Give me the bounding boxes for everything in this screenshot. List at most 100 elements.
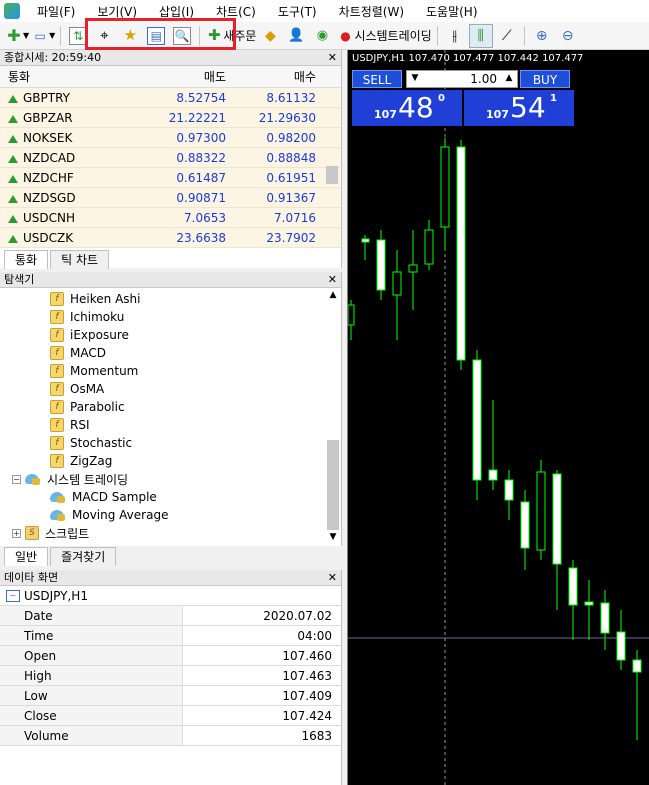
terminal-button[interactable]: ▤ xyxy=(144,24,168,48)
data-window-symbol-row: ~ USDJPY,H1 xyxy=(0,586,341,606)
close-icon[interactable]: ✕ xyxy=(328,272,337,287)
expand-icon[interactable]: + xyxy=(12,528,21,538)
table-row: Volume 1683 xyxy=(0,726,341,746)
column-ask[interactable]: 매수 xyxy=(230,66,320,87)
table-row[interactable]: NZDSGD 0.90871 0.91367 xyxy=(0,188,341,208)
market-watch-header: 통화 매도 매수 xyxy=(0,66,341,88)
navigator-button[interactable]: ★ xyxy=(118,24,142,48)
tab-symbols[interactable]: 통화 xyxy=(4,250,49,269)
tree-item[interactable]: MACD Sample xyxy=(0,488,341,506)
profiles-button[interactable]: ▭ ▼ xyxy=(31,24,55,48)
expert-advisor-icon xyxy=(50,508,66,522)
tree-item[interactable]: f MACD xyxy=(0,344,341,362)
column-symbol[interactable]: 통화 xyxy=(0,66,140,87)
toolbar-separator xyxy=(199,25,201,46)
tree-item[interactable]: f Heiken Ashi xyxy=(0,290,341,308)
strategy-tester-button[interactable]: 🔍 xyxy=(170,24,194,48)
tab-tick-chart[interactable]: 틱 차트 xyxy=(50,250,110,269)
bar-chart-button[interactable]: ⫲ xyxy=(443,24,467,48)
new-order-label: 새주문 xyxy=(223,29,257,43)
bid-value: 23.6638 xyxy=(176,231,226,245)
indicator-label: Stochastic xyxy=(70,436,133,450)
ask-value: 21.29630 xyxy=(258,111,316,125)
chart-symbol-icon: ~ xyxy=(6,589,20,602)
contact-button[interactable]: 👤 xyxy=(284,24,308,48)
terminal-icon: ▤ xyxy=(147,26,166,45)
price-chart[interactable]: USDJPY,H1 107.470 107.477 107.442 107.47… xyxy=(347,50,649,785)
sell-button[interactable]: SELL xyxy=(352,70,402,88)
table-row[interactable]: GBPZAR 21.22221 21.29630 xyxy=(0,108,341,128)
table-row[interactable]: USDCZK 23.6638 23.7902 xyxy=(0,228,341,248)
tree-item-expert-advisors[interactable]: − 시스템 트레이딩 xyxy=(0,470,341,488)
indicator-icon: f xyxy=(50,310,64,324)
scroll-up-icon[interactable]: ▲ xyxy=(327,290,339,300)
tree-item[interactable]: f Parabolic xyxy=(0,398,341,416)
expert-group-label: 시스템 트레이딩 xyxy=(47,472,129,487)
close-icon[interactable]: ✕ xyxy=(328,50,337,65)
tree-item[interactable]: f Stochastic xyxy=(0,434,341,452)
autotrading-button[interactable]: ● 시스템트레이딩 xyxy=(336,24,432,48)
metaeditor-button[interactable]: ◆ xyxy=(258,24,282,48)
tab-common[interactable]: 일반 xyxy=(4,547,49,566)
close-icon[interactable]: ✕ xyxy=(328,570,337,585)
tree-item[interactable]: f ZigZag xyxy=(0,452,341,470)
table-row[interactable]: NOKSEK 0.97300 0.98200 xyxy=(0,128,341,148)
tree-item[interactable]: f iExposure xyxy=(0,326,341,344)
volume-decrease-icon[interactable]: ▼ xyxy=(408,70,422,86)
toolbar-separator xyxy=(436,25,438,46)
line-chart-icon: ⟋ xyxy=(501,27,512,44)
navigator-panel: 탐색기 ✕ f Heiken Ashi f Ichimoku f iExposure … xyxy=(0,272,342,546)
scroll-down-icon[interactable]: ▼ xyxy=(327,532,339,542)
table-row[interactable]: NZDCAD 0.88322 0.88848 xyxy=(0,148,341,168)
scripts-group-label: 스크립트 xyxy=(45,526,90,541)
buy-button[interactable]: BUY xyxy=(520,70,570,88)
zoom-out-button[interactable]: ⊖ xyxy=(556,24,580,48)
table-row[interactable]: NZDCHF 0.61487 0.61951 xyxy=(0,168,341,188)
market-watch-button[interactable]: ⇅ xyxy=(66,24,90,48)
tree-item[interactable]: Moving Average xyxy=(0,506,341,524)
up-arrow-icon xyxy=(8,135,18,143)
scrollbar-thumb[interactable] xyxy=(326,166,338,184)
navigator-title-bar: 탐색기 ✕ xyxy=(0,272,341,288)
table-row[interactable]: USDCNH 7.0653 7.0716 xyxy=(0,208,341,228)
buy-quote-box[interactable]: 107 54 1 xyxy=(464,90,574,126)
tree-item-scripts[interactable]: + S 스크립트 xyxy=(0,524,341,542)
new-order-button[interactable]: ✚ 새주문 xyxy=(205,24,256,48)
table-row[interactable]: GBPTRY 8.52754 8.61132 xyxy=(0,88,341,108)
market-watch-rows: GBPTRY 8.52754 8.61132 GBPZAR 21.22221 21.29… xyxy=(0,88,341,248)
menu-view[interactable]: 보기(V) xyxy=(86,3,148,20)
sell-quote-box[interactable]: 107 48 0 xyxy=(352,90,462,126)
tree-item[interactable]: f Momentum xyxy=(0,362,341,380)
menu-help[interactable]: 도움말(H) xyxy=(415,3,489,20)
tree-item[interactable]: f Ichimoku xyxy=(0,308,341,326)
menu-tools[interactable]: 도구(T) xyxy=(267,3,328,20)
zoom-in-button[interactable]: ⊕ xyxy=(530,24,554,48)
crosshair-icon: ⌖ xyxy=(100,26,109,44)
buy-price-point: 1 xyxy=(550,93,557,104)
indicator-icon: f xyxy=(50,454,64,468)
tree-item[interactable]: f RSI xyxy=(0,416,341,434)
candle-body xyxy=(392,271,402,296)
collapse-icon[interactable]: − xyxy=(12,474,21,484)
navigator-scrollbar[interactable]: ▲ ▼ xyxy=(327,290,339,542)
indicator-label: Momentum xyxy=(70,364,139,378)
indicator-icon: f xyxy=(50,364,64,378)
volume-increase-icon[interactable]: ▲ xyxy=(502,70,516,86)
line-chart-button[interactable]: ⟋ xyxy=(495,24,519,48)
candle-body xyxy=(456,146,466,361)
bid-value: 0.97300 xyxy=(176,131,226,145)
tab-favorites[interactable]: 즐겨찾기 xyxy=(50,547,117,566)
candlestick-button[interactable]: ⫼ xyxy=(468,23,493,48)
data-key: Open xyxy=(0,646,183,665)
data-window-button[interactable]: ⌖ xyxy=(92,24,116,48)
signals-button[interactable]: ◉ xyxy=(310,24,334,48)
new-chart-button[interactable]: ✚ ▼ xyxy=(5,24,29,48)
menu-charts[interactable]: 차트(C) xyxy=(205,3,267,20)
menu-file[interactable]: 파일(F) xyxy=(26,3,86,20)
scrollbar-thumb[interactable] xyxy=(327,440,339,530)
toolbar: ✚ ▼ ▭ ▼ ⇅ ⌖ ★ ▤ 🔍 ✚ 새주문 ◆ 👤 ◉ ● 시스템트레이딩 ⫲ … xyxy=(0,22,649,50)
column-bid[interactable]: 매도 xyxy=(140,66,230,87)
menu-insert[interactable]: 삽입(I) xyxy=(148,3,205,20)
tree-item[interactable]: f OsMA xyxy=(0,380,341,398)
menu-window[interactable]: 차트정렬(W) xyxy=(328,3,415,20)
